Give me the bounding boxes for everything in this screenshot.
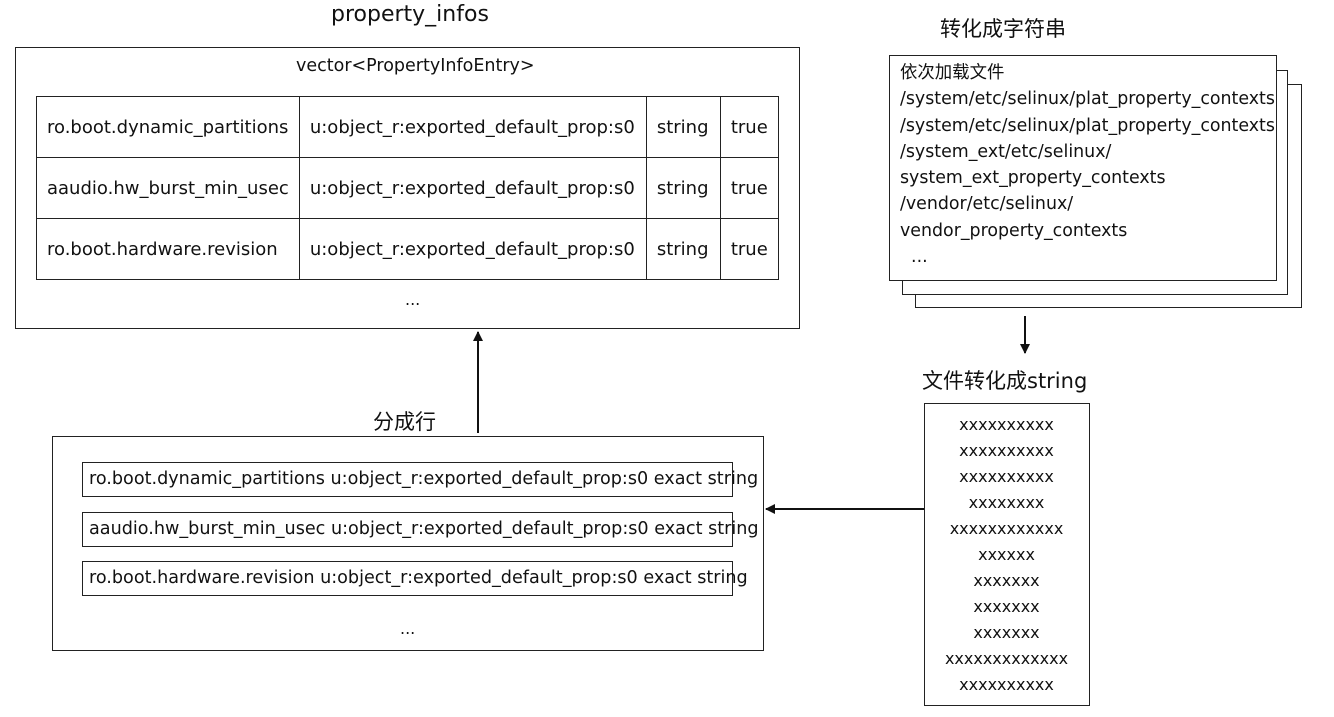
connector-arrows [473,316,1030,514]
